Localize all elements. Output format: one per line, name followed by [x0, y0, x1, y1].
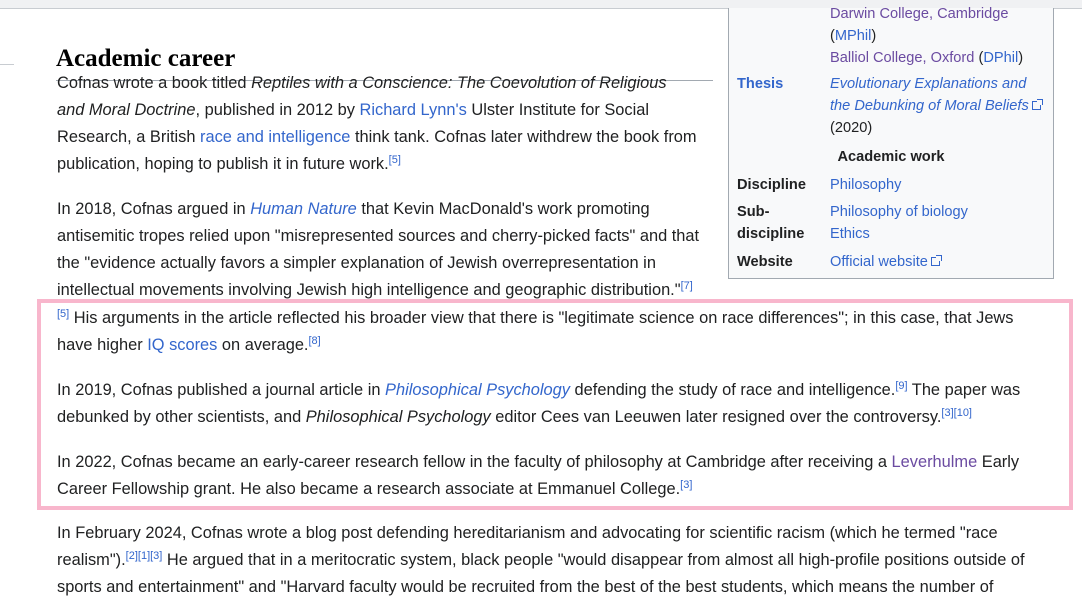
external-link-icon	[1031, 99, 1043, 110]
infobox-alma-mater: Darwin College, Cambridge (MPhil) Ballio…	[830, 6, 1024, 66]
citation-9[interactable]: [9]	[895, 380, 907, 392]
infobox-section-title: Academic work	[837, 149, 945, 165]
citation-5[interactable]: [5]	[57, 308, 69, 320]
citation-3[interactable]: [3]	[680, 479, 692, 491]
philosophy-of-biology-link[interactable]: Philosophy of biology	[830, 204, 968, 220]
darwin-college-link[interactable]: Darwin College, Cambridge	[830, 6, 1008, 22]
website-label: Website	[737, 254, 793, 270]
richard-lynn-link[interactable]: Richard Lynn's	[360, 101, 467, 119]
citation-5[interactable]: [5]	[389, 154, 401, 166]
subdiscipline-label: Sub- discipline	[737, 204, 805, 242]
official-website-link[interactable]: Official website	[830, 254, 928, 270]
thesis-value: Evolutionary Explanations and the Debunk…	[830, 73, 1045, 139]
discipline-label: Discipline	[737, 177, 806, 193]
mphil-link[interactable]: MPhil	[835, 28, 872, 44]
race-and-intelligence-link[interactable]: race and intelligence	[200, 128, 350, 146]
philosophical-psychology-link[interactable]: Philosophical Psychology	[385, 381, 570, 399]
citation-1[interactable]: [1]	[138, 550, 150, 562]
citation-3[interactable]: [3]	[941, 407, 953, 419]
citation-7[interactable]: [7]	[681, 280, 693, 292]
human-nature-link[interactable]: Human Nature	[250, 200, 357, 218]
paragraph-2024: In February 2024, Cofnas wrote a blog po…	[57, 524, 1025, 596]
citation-3[interactable]: [3]	[150, 550, 162, 562]
balliol-college-link[interactable]: Balliol College, Oxford	[830, 50, 974, 66]
paragraph-2019: In 2019, Cofnas published a journal arti…	[57, 380, 1021, 427]
paragraph-book: Cofnas wrote a book titled Reptiles with…	[57, 74, 697, 173]
paragraph-2022: In 2022, Cofnas became an early-career r…	[57, 453, 1020, 498]
sidebar-divider	[0, 64, 14, 65]
citation-10[interactable]: [10]	[954, 407, 972, 419]
paragraph-human-nature: In 2018, Cofnas argued in Human Nature t…	[57, 200, 700, 299]
leverhulme-link[interactable]: Leverhulme	[892, 453, 978, 471]
infobox: Darwin College, Cambridge (MPhil) Ballio…	[728, 6, 1054, 279]
thesis-link[interactable]: Evolutionary Explanations and the Debunk…	[830, 76, 1029, 114]
dphil-link[interactable]: DPhil	[983, 50, 1018, 66]
philosophy-link[interactable]: Philosophy	[830, 177, 901, 193]
iq-scores-link[interactable]: IQ scores	[147, 336, 217, 354]
external-link-icon	[930, 255, 942, 266]
thesis-label[interactable]: Thesis	[737, 73, 783, 95]
paragraph-arguments: [5] His arguments in the article reflect…	[57, 308, 1014, 355]
citation-8[interactable]: [8]	[308, 335, 320, 347]
ethics-link[interactable]: Ethics	[830, 226, 870, 242]
citation-2[interactable]: [2]	[126, 550, 138, 562]
